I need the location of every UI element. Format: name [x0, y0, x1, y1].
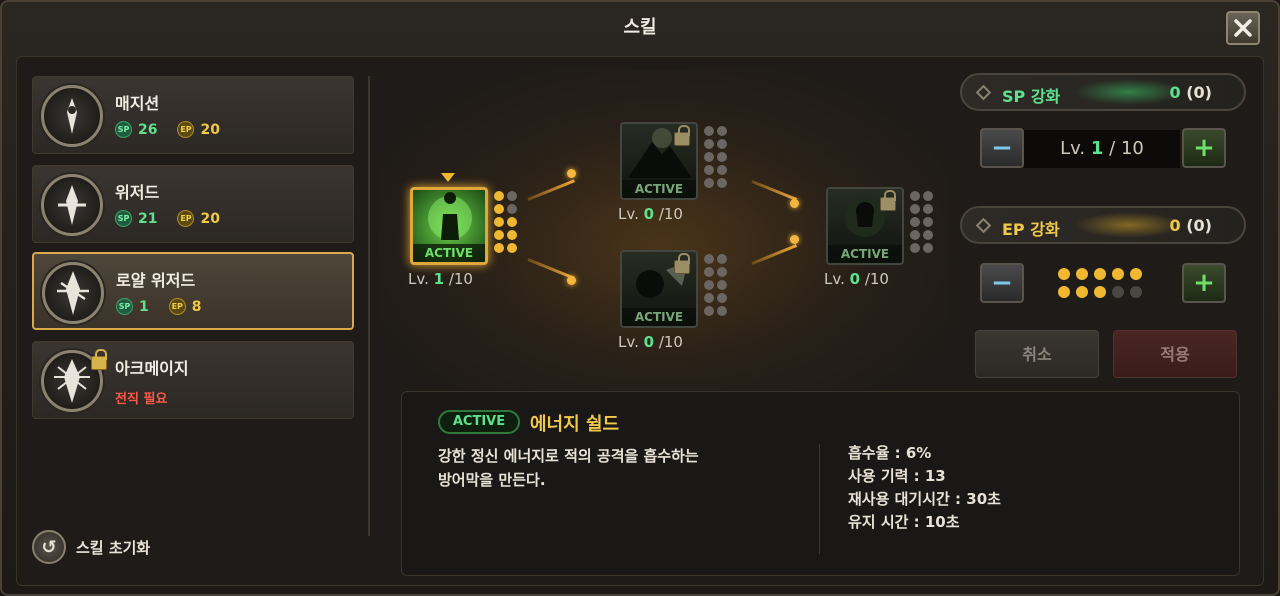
class-name: 위저드 — [115, 183, 160, 202]
active-tag: ACTIVE — [622, 180, 696, 198]
ep-badge-icon: EP — [177, 210, 195, 227]
minus-icon: − — [991, 268, 1013, 298]
ep-count: 20 — [200, 121, 220, 138]
skill-level-dots — [910, 191, 933, 253]
sp-count: 26 — [138, 121, 158, 138]
lock-icon — [674, 125, 690, 146]
ep-upgrade-bar: EP 강화 0 (0) — [960, 206, 1246, 244]
sp-upgrade-value: 0 (0) — [1169, 83, 1212, 102]
close-button[interactable] — [1226, 11, 1260, 45]
active-tag: ACTIVE — [828, 245, 902, 263]
sp-count: 21 — [138, 210, 158, 227]
skill-level-dots — [704, 126, 727, 188]
skill-type-badge: ACTIVE — [438, 410, 520, 434]
stat-line: 흡수율 : 6% — [848, 444, 932, 462]
info-divider — [819, 444, 820, 554]
lock-icon — [880, 190, 896, 211]
lock-icon — [91, 349, 107, 370]
class-name: 로얄 위저드 — [116, 271, 196, 290]
sp-decrease-button[interactable]: − — [980, 128, 1024, 168]
connector-node — [567, 276, 576, 285]
ep-badge-icon: EP — [168, 298, 186, 315]
ep-increase-button[interactable]: + — [1182, 263, 1226, 303]
ep-upgrade-value: 0 (0) — [1169, 216, 1212, 235]
class-item-royal-wizard[interactable]: 로얄 위저드 SP 1 EP 8 — [32, 252, 354, 330]
skill-node-skull[interactable]: ACTIVE — [826, 187, 904, 265]
minus-icon: − — [991, 133, 1013, 163]
skill-node-mountain[interactable]: ACTIVE — [620, 122, 698, 200]
skill-level-label: Lv. 1 /10 — [408, 270, 473, 288]
sp-badge-icon: SP — [116, 298, 133, 315]
class-emblem-icon — [41, 174, 103, 236]
skill-description: 강한 정신 에너지로 적의 공격을 흡수하는 방어막을 만든다. — [438, 447, 699, 489]
skill-level-label: Lv. 0 /10 — [824, 270, 889, 288]
plus-icon: + — [1193, 268, 1215, 298]
skill-level-label: Lv. 0 /10 — [618, 333, 683, 351]
class-name: 아크메이지 — [115, 359, 189, 378]
ep-count: 8 — [191, 298, 202, 315]
connector-node — [790, 199, 799, 208]
class-name: 매지션 — [115, 94, 160, 113]
class-item-wizard[interactable]: 위저드 SP 21 EP 20 — [32, 165, 354, 243]
class-emblem-icon — [42, 262, 104, 324]
class-item-magician[interactable]: 매지션 SP 26 EP 20 — [32, 76, 354, 154]
skill-node-energy-shield[interactable]: ACTIVE — [410, 187, 488, 265]
skill-level-dots — [494, 191, 517, 253]
selected-marker-icon — [441, 173, 455, 182]
stat-line: 유지 시간 : 10초 — [848, 513, 960, 531]
ep-decrease-button[interactable]: − — [980, 263, 1024, 303]
skill-stats: 흡수율 : 6% 사용 기력 : 13 재사용 대기시간 : 30초 유지 시간… — [848, 442, 1001, 534]
connector-node — [567, 169, 576, 178]
panel-divider — [368, 76, 370, 536]
window-title: 스킬 — [623, 17, 657, 38]
lock-icon — [674, 253, 690, 274]
ep-badge-icon: EP — [177, 121, 195, 138]
sp-level-display: Lv. 1 / 10 — [1024, 130, 1180, 168]
ep-upgrade-label: EP 강화 — [1002, 220, 1060, 239]
reset-icon: ↺ — [32, 530, 66, 564]
skill-info-panel: ACTIVE 에너지 쉴드 강한 정신 에너지로 적의 공격을 흡수하는 방어막… — [401, 391, 1240, 576]
skill-node-leaf[interactable]: ACTIVE — [620, 250, 698, 328]
skill-level-label: Lv. 0 /10 — [618, 205, 683, 223]
skill-reset-label: 스킬 초기화 — [76, 538, 151, 557]
skill-level-dots — [704, 254, 727, 316]
active-tag: ACTIVE — [622, 308, 696, 326]
sp-upgrade-bar: SP 강화 0 (0) — [960, 73, 1246, 111]
ep-count: 20 — [200, 210, 220, 227]
skill-name: 에너지 쉴드 — [530, 414, 620, 435]
class-emblem-icon — [41, 85, 103, 147]
sp-badge-icon: SP — [115, 210, 132, 227]
sp-increase-button[interactable]: + — [1182, 128, 1226, 168]
ep-level-dots — [1058, 268, 1142, 298]
connector-node — [790, 235, 799, 244]
active-tag: ACTIVE — [413, 244, 485, 262]
stat-line: 사용 기력 : 13 — [848, 467, 946, 485]
plus-icon: + — [1193, 133, 1215, 163]
apply-button[interactable]: 적용 — [1113, 330, 1237, 378]
class-item-archmage[interactable]: 아크메이지 전직 필요 — [32, 341, 354, 419]
cancel-button[interactable]: 취소 — [975, 330, 1099, 378]
diamond-icon — [975, 217, 992, 234]
stat-line: 재사용 대기시간 : 30초 — [848, 490, 1001, 508]
sp-badge-icon: SP — [115, 121, 132, 138]
close-icon — [1234, 19, 1252, 37]
sp-count: 1 — [139, 298, 149, 315]
sp-upgrade-label: SP 강화 — [1002, 87, 1061, 106]
diamond-icon — [975, 84, 992, 101]
energy-shield-icon — [428, 192, 472, 240]
requirement-text: 전직 필요 — [115, 392, 168, 407]
skill-reset-button[interactable]: ↺ 스킬 초기화 — [32, 530, 150, 564]
